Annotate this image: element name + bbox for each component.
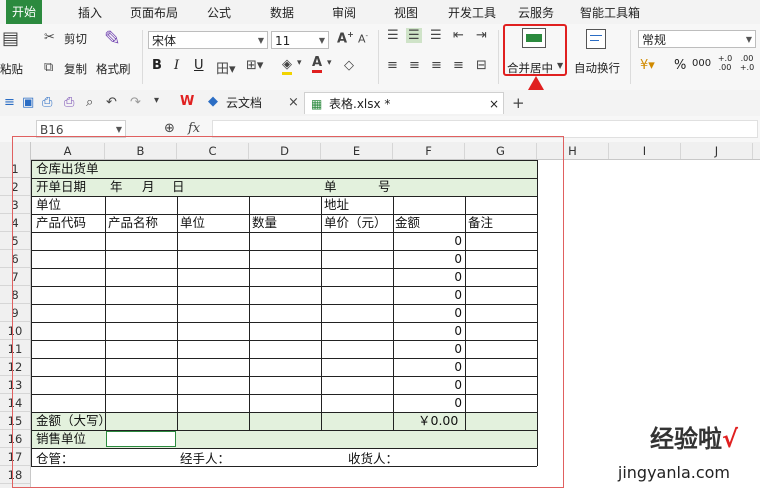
borders-icon[interactable]: 田▾ <box>216 58 236 77</box>
format-painter-icon[interactable]: ✎ <box>104 26 121 50</box>
distributed-icon[interactable]: ⊟ <box>476 58 487 73</box>
thousands-button[interactable]: 000 <box>692 58 711 69</box>
justify-icon[interactable]: ≡ <box>453 58 464 73</box>
save-icon[interactable]: ▣ <box>22 95 34 110</box>
tab-formulas[interactable]: 公式 <box>207 4 231 21</box>
format-painter-button[interactable]: 格式刷 <box>96 61 131 77</box>
chevron-down-icon[interactable]: ▾ <box>154 95 159 106</box>
wrap-text-button[interactable]: 自动换行 <box>574 60 620 76</box>
align-middle-icon[interactable]: ☰ <box>406 28 422 43</box>
function-button[interactable]: fx <box>188 121 200 136</box>
close-icon[interactable]: × <box>288 95 299 110</box>
zoom-icon[interactable]: ⊕ <box>164 121 175 136</box>
undo-icon[interactable]: ↶ <box>106 95 117 110</box>
annotation-frame <box>12 136 564 488</box>
tab-home[interactable]: 开始 <box>6 0 43 24</box>
chevron-down-icon[interactable]: ▾ <box>327 58 332 68</box>
copy-icon[interactable]: ⧉ <box>44 60 53 75</box>
font-color-icon[interactable]: A <box>312 56 323 73</box>
redo-icon[interactable]: ↷ <box>130 95 141 110</box>
chevron-down-icon: ▼ <box>257 36 264 45</box>
align-left-icon[interactable]: ≡ <box>387 58 398 73</box>
tab-view[interactable]: 视图 <box>394 4 418 21</box>
indent-increase-icon[interactable]: ⇥ <box>476 28 487 43</box>
tab-review[interactable]: 审阅 <box>332 4 356 21</box>
chevron-down-icon: ▼ <box>318 36 325 45</box>
tab-cloud-service[interactable]: 云服务 <box>518 4 554 21</box>
tab-developer[interactable]: 开发工具 <box>448 4 496 21</box>
export-pdf-icon[interactable]: ⎙ <box>42 95 52 110</box>
paste-button[interactable]: 粘贴 <box>0 61 23 77</box>
fill-color-icon[interactable]: ◈ <box>282 58 292 75</box>
align-center-icon[interactable]: ≡ <box>409 58 420 73</box>
print-icon[interactable]: ⎙ <box>64 95 74 110</box>
menu-icon[interactable]: ≡ <box>4 95 15 110</box>
wps-logo-icon: W <box>180 94 195 109</box>
print-preview-icon[interactable]: ⌕ <box>86 95 93 110</box>
cloud-icon: ◆ <box>208 94 218 109</box>
font-name-value: 宋体 <box>152 34 177 48</box>
chevron-down-icon: ▼ <box>745 35 752 44</box>
align-right-icon[interactable]: ≡ <box>431 58 442 73</box>
close-icon[interactable]: × <box>489 93 499 115</box>
column-header-j[interactable]: J <box>681 143 753 159</box>
scissors-icon[interactable]: ✂ <box>44 30 55 45</box>
tab-data[interactable]: 数据 <box>270 4 294 21</box>
copy-button[interactable]: 复制 <box>64 61 87 77</box>
number-format-select[interactable]: 常规 ▼ <box>638 30 756 48</box>
tab-workbook[interactable]: ▦ 表格.xlsx * × <box>304 92 504 114</box>
increase-font-icon[interactable]: A+ <box>337 30 354 46</box>
merge-cells-icon[interactable] <box>522 28 546 48</box>
chevron-down-icon[interactable]: ▾ <box>297 58 302 68</box>
cell-style-icon[interactable]: ⊞▾ <box>246 58 263 73</box>
font-size-value: 11 <box>275 34 291 48</box>
workbook-tab-label: 表格.xlsx * <box>329 97 391 111</box>
watermark-text: 经验啦 <box>649 425 722 453</box>
divider <box>498 30 499 84</box>
merge-center-button[interactable]: 合并居中 <box>507 60 553 76</box>
paste-icon[interactable]: ▤ <box>2 28 19 49</box>
name-box-value: B16 <box>40 123 64 137</box>
increase-decimal-button[interactable]: +.0 .00 <box>716 54 734 72</box>
tab-smart-toolbox[interactable]: 智能工具箱 <box>580 4 640 21</box>
document-tab-bar: ≡ ▣ ⎙ ⎙ ⌕ ↶ ↷ ▾ W ◆ 云文档 × ▦ 表格.xlsx * × … <box>0 90 760 117</box>
tab-insert[interactable]: 插入 <box>78 4 102 21</box>
column-header-i[interactable]: I <box>609 143 681 159</box>
font-size-select[interactable]: 11 ▼ <box>271 31 329 49</box>
clear-format-icon[interactable]: ◇ <box>344 58 354 73</box>
align-bottom-icon[interactable]: ☰ <box>430 28 442 43</box>
divider <box>630 30 631 84</box>
percent-button[interactable]: % <box>674 58 686 73</box>
indent-decrease-icon[interactable]: ⇤ <box>453 28 464 43</box>
wrap-text-icon[interactable] <box>586 29 606 49</box>
bold-button[interactable]: B <box>152 58 162 73</box>
font-name-select[interactable]: 宋体 ▼ <box>148 31 268 49</box>
decrease-decimal-button[interactable]: .00 +.0 <box>738 54 756 72</box>
check-icon: √ <box>721 425 738 453</box>
ribbon: ▤ 粘贴 ✂ 剪切 ⧉ 复制 ✎ 格式刷 宋体 ▼ 11 ▼ A+ A- B I… <box>0 24 760 116</box>
divider <box>378 30 379 84</box>
new-tab-icon[interactable]: + <box>512 94 525 112</box>
spreadsheet-icon: ▦ <box>311 97 323 111</box>
currency-icon[interactable]: ¥▾ <box>640 58 655 73</box>
tab-cloud-docs[interactable]: 云文档 <box>226 92 262 114</box>
decrease-font-icon[interactable]: A- <box>358 32 368 46</box>
cut-button[interactable]: 剪切 <box>64 31 87 47</box>
menu-bar: 开始 插入 页面布局 公式 数据 审阅 视图 开发工具 云服务 智能工具箱 <box>0 0 760 25</box>
watermark-logo: 经验啦√ <box>650 419 738 454</box>
align-top-icon[interactable]: ☰ <box>387 28 399 43</box>
chevron-down-icon[interactable]: ▼ <box>557 61 563 70</box>
tab-page-layout[interactable]: 页面布局 <box>130 4 178 21</box>
underline-button[interactable]: U <box>194 58 204 73</box>
number-format-value: 常规 <box>642 33 667 47</box>
divider <box>142 30 143 84</box>
watermark-url: jingyanla.com <box>617 463 730 482</box>
italic-button[interactable]: I <box>174 58 179 73</box>
